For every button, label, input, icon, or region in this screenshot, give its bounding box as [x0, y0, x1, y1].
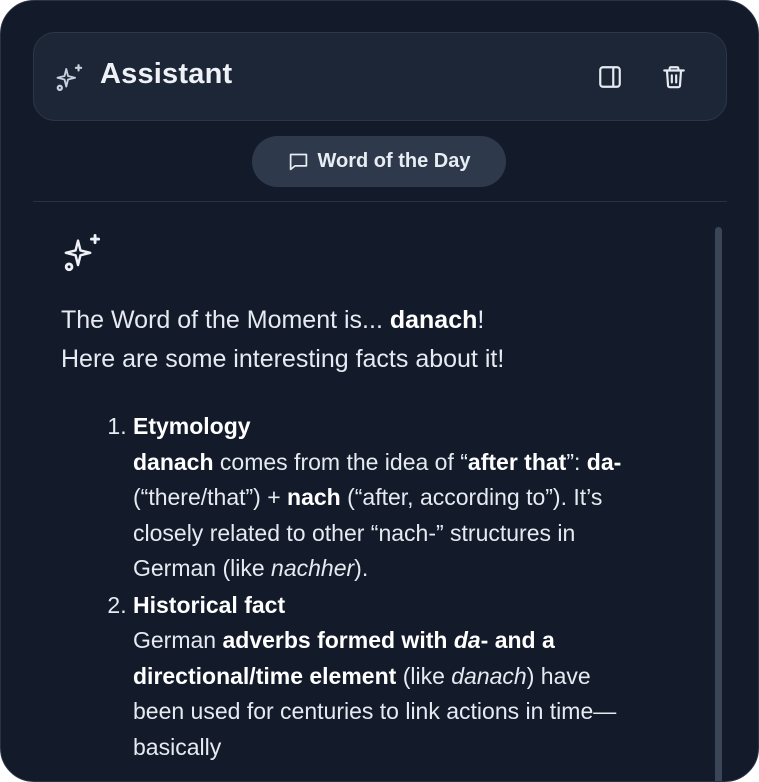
- fact-body: danach comes from the idea of “after tha…: [133, 448, 622, 582]
- word-highlight: danach: [389, 306, 478, 334]
- fact-title: Etymology: [133, 413, 251, 439]
- header-title: Assistant: [100, 58, 233, 90]
- message-intro: The Word of the Moment is... danach! Here…: [61, 306, 505, 373]
- scrollbar[interactable]: [715, 227, 722, 781]
- word-of-the-day-chip[interactable]: Word of the Day: [252, 136, 506, 187]
- sparkles-icon: [56, 64, 83, 91]
- chip-label: Word of the Day: [317, 150, 471, 172]
- list-item: Historical fact German adverbs formed wi…: [133, 588, 631, 766]
- trash-icon: [663, 66, 685, 89]
- fact-title: Historical fact: [133, 591, 286, 618]
- message-square-icon: [289, 153, 307, 171]
- assistant-panel: Assistant Word of the Day The Word of th…: [0, 0, 759, 782]
- divider: [33, 201, 727, 202]
- sidebar-toggle-icon: [599, 66, 621, 88]
- sparkles-icon: [64, 234, 101, 272]
- facts-list: Etymology danach comes from the idea of …: [61, 409, 631, 765]
- fact-body: German adverbs formed with da- and a dir…: [133, 627, 617, 760]
- clear-chat-button[interactable]: [656, 59, 692, 95]
- list-item: Etymology danach comes from the idea of …: [133, 409, 631, 587]
- assistant-header: Assistant: [33, 32, 727, 121]
- assistant-message: The Word of the Moment is... danach! Here…: [61, 301, 701, 766]
- sidebar-toggle-button[interactable]: [592, 59, 628, 95]
